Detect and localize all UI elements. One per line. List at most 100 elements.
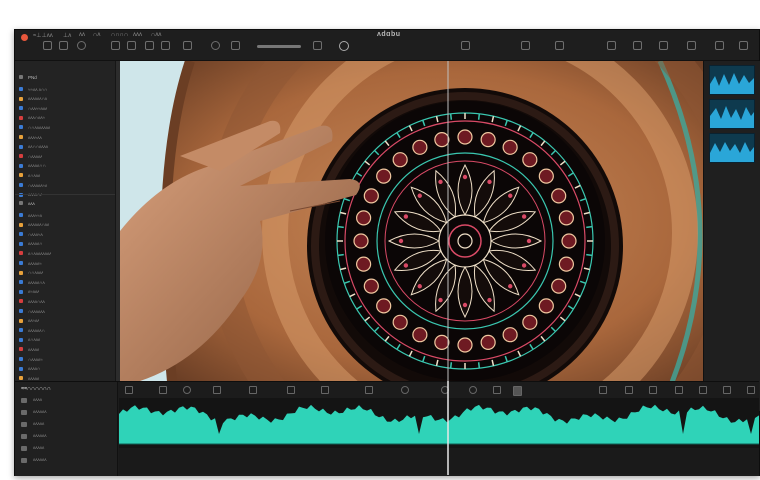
fit-icon[interactable] — [313, 41, 322, 50]
sidebar-item[interactable]: ʌʌ∩∩ʌʌʌʌ — [19, 143, 48, 151]
arrow-tool-icon[interactable] — [125, 386, 133, 394]
timeline-toolbar — [119, 384, 759, 396]
sidebar-item[interactable]: ∩∩ʌʌʌʌ — [19, 269, 43, 277]
track-label: ʌʌʌʌʌʌ — [33, 433, 47, 438]
effects-icon[interactable] — [633, 41, 642, 50]
sidebar-item[interactable]: ∩ʌʌʌʌʌ — [19, 152, 42, 160]
close-dot-icon[interactable] — [21, 34, 28, 41]
zoom-icon[interactable] — [77, 41, 86, 50]
keyframe-icon[interactable] — [321, 386, 329, 394]
zoom-out-icon[interactable] — [723, 386, 731, 394]
titles-icon[interactable] — [687, 41, 696, 50]
sidebar-item[interactable]: ∩ʌʌʌʌ≈ — [19, 355, 43, 363]
sidebar-item[interactable]: ʌʌʌ∩ʌʌ≈ — [19, 114, 45, 122]
menu-item-4[interactable]: ∩ʌ — [93, 32, 100, 38]
item-color-icon — [19, 87, 23, 91]
color-icon[interactable] — [211, 41, 220, 50]
playhead[interactable] — [447, 30, 449, 475]
sidebar-item-label: ʌʌʌʌʌ — [28, 346, 40, 352]
menu-item-1[interactable]: ≈⊥⊥ʌʌ — [33, 32, 53, 39]
magnet-icon[interactable] — [127, 41, 136, 50]
audio-track-area[interactable] — [119, 398, 759, 474]
item-color-icon — [19, 280, 23, 285]
item-color-icon — [19, 96, 23, 101]
audio-mix-icon[interactable] — [649, 386, 657, 394]
record-icon[interactable] — [401, 386, 409, 394]
sidebar-item[interactable]: ʌ∩ʌʌʌ — [19, 171, 40, 179]
clip-thumbnail[interactable] — [709, 133, 755, 163]
select-tool-icon[interactable] — [43, 41, 52, 50]
split-icon[interactable] — [599, 386, 607, 394]
menu-item-2[interactable]: ⊥ʌ — [63, 32, 71, 39]
sidebar-item[interactable]: ʌ≈ʌʌʌ — [19, 288, 39, 296]
sidebar-item[interactable]: ʌʌʌʌʌʌ∩ʌ — [19, 95, 47, 103]
play-icon[interactable] — [339, 41, 349, 51]
zoom-slider[interactable] — [257, 45, 301, 48]
undo-icon[interactable] — [183, 41, 192, 50]
link-icon[interactable] — [145, 41, 154, 50]
volume-icon[interactable] — [675, 386, 683, 394]
fullscreen-icon[interactable] — [739, 41, 748, 50]
sidebar-item[interactable]: ∩ʌʌ≈≈ʌʌʌ — [19, 104, 47, 112]
in-point-icon[interactable] — [365, 386, 373, 394]
menu-item-5[interactable]: ∩∩∩∩ — [111, 32, 128, 38]
join-icon[interactable] — [625, 386, 633, 394]
sidebar-group-header[interactable]: ʌʌʌ — [19, 199, 35, 207]
trim-tool-icon[interactable] — [59, 41, 68, 50]
app-title: ʌdɑbu — [377, 31, 401, 38]
sidebar-item[interactable]: ʌʌʌʌʌʌ∩ — [19, 326, 45, 334]
sidebar-item-label: ∩ʌʌʌʌʌʌ — [28, 308, 45, 314]
sidebar-item[interactable]: ʌ∩ʌʌʌʌʌʌʌʌ — [19, 249, 51, 257]
video-viewer[interactable] — [120, 61, 703, 411]
clip-thumbnail[interactable] — [709, 65, 755, 95]
audio-icon[interactable] — [231, 41, 240, 50]
gear-icon[interactable] — [715, 41, 724, 50]
ripple-icon[interactable] — [213, 386, 221, 394]
sidebar-item[interactable]: ʌʌʌʌʌ≈ — [19, 259, 42, 267]
blade-tool-icon[interactable] — [159, 386, 167, 394]
menubar: ≈⊥⊥ʌʌ ⊥ʌ ʌʌ ∩ʌ ∩∩∩∩ ʌʌʌ ∩ʌʌ ʌdɑbu — [15, 30, 759, 61]
timeline-settings-icon[interactable] — [747, 386, 755, 394]
sidebar-item[interactable]: ≈≈ʌʌ ʌ∩∩ — [19, 85, 47, 93]
lock-icon[interactable] — [249, 386, 257, 394]
sidebar-item[interactable]: ∩ʌʌʌ≈ʌ — [19, 230, 43, 238]
snap-icon[interactable] — [183, 386, 191, 394]
mark-icon[interactable] — [469, 386, 477, 394]
item-color-icon — [19, 241, 23, 246]
sidebar-group-header[interactable]: PNd — [19, 73, 37, 81]
sidebar-item-label: ʌʌʌ≈ʌʌ — [28, 134, 42, 140]
sidebar-item[interactable]: ʌʌʌʌ∩ʌʌ — [19, 297, 45, 305]
track-icon — [21, 422, 27, 427]
inspector-icon[interactable] — [607, 41, 616, 50]
sidebar-item[interactable]: ʌʌ≈ʌʌ — [19, 317, 39, 325]
sidebar-item[interactable]: ∩ʌʌʌʌʌʌ — [19, 307, 45, 315]
sidebar-item[interactable]: ʌʌʌʌ∩ — [19, 365, 40, 373]
sidebar-item[interactable]: ʌʌʌʌʌ — [19, 345, 39, 353]
sidebar-item[interactable]: ʌ∩ʌʌʌ — [19, 336, 40, 344]
item-color-icon — [19, 144, 23, 149]
sidebar-item[interactable]: ʌʌʌʌʌ∩∩ — [19, 162, 46, 170]
share-icon[interactable] — [461, 41, 470, 50]
scissors-icon[interactable] — [111, 41, 120, 50]
export-icon[interactable] — [555, 41, 564, 50]
sidebar-item-label: ʌʌʌʌʌ∩ʌ — [28, 279, 45, 285]
zoom-in-icon[interactable] — [699, 386, 707, 394]
marker-icon[interactable] — [161, 41, 170, 50]
sidebar-item[interactable]: ∩∩ʌʌʌʌʌʌʌ — [19, 123, 50, 131]
menu-item-7[interactable]: ∩ʌʌ — [151, 32, 161, 38]
video-frame — [120, 61, 703, 411]
sidebar-item[interactable]: ʌʌʌʌʌ∩ʌ — [19, 278, 45, 286]
transitions-icon[interactable] — [659, 41, 668, 50]
sidebar-item[interactable]: ʌʌʌ≈ʌʌ — [19, 133, 42, 141]
clip-thumbnail[interactable] — [709, 99, 755, 129]
import-icon[interactable] — [521, 41, 530, 50]
marker-tool-icon[interactable] — [287, 386, 295, 394]
sidebar-item[interactable]: ʌʌʌ≈≈ʌ — [19, 211, 42, 219]
menu-item-3[interactable]: ʌʌ — [79, 32, 85, 38]
out-point-icon[interactable] — [493, 386, 501, 394]
sidebar-item[interactable]: ʌʌʌʌʌʌ∩ʌʌ — [19, 221, 49, 229]
sidebar-item[interactable]: ∩ʌʌʌʌʌ≈ʌ — [19, 181, 47, 189]
clip-marker-icon[interactable] — [513, 386, 522, 396]
sidebar-item[interactable]: ʌʌʌʌʌ∩ — [19, 240, 42, 248]
menu-item-6[interactable]: ʌʌʌ — [133, 32, 142, 38]
